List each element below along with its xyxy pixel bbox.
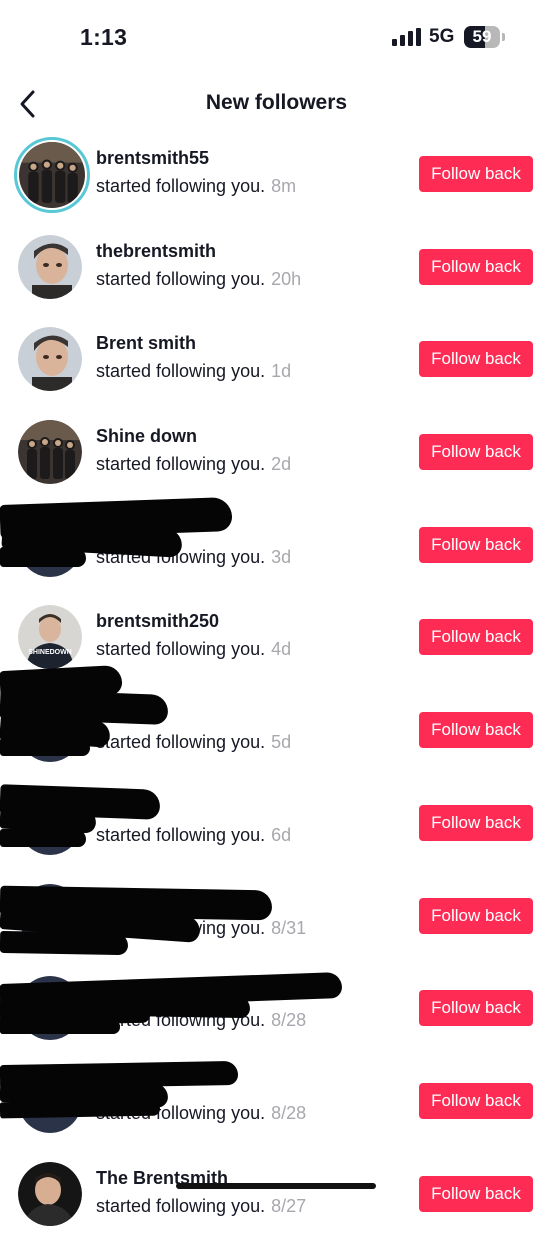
follower-row[interactable]: Shine down started following you. 2d Follow… (0, 406, 553, 499)
follow-back-button[interactable]: Follow back (419, 619, 533, 656)
activity-line: started following you. 8/28 (96, 1103, 306, 1124)
activity-timestamp: 5d (271, 732, 292, 753)
follow-back-button[interactable]: Follow back (419, 1082, 533, 1119)
follow-back-button[interactable]: Follow back (419, 1175, 533, 1212)
home-indicator (176, 1183, 376, 1189)
follower-row[interactable]: brentsmith55 started following you. 8m Foll… (0, 128, 553, 221)
activity-text: started following you. (96, 176, 266, 196)
follower-row[interactable]: SHINEDOWN brentsmith250 started following … (0, 591, 553, 684)
activity-line: started following you. 1d (96, 361, 291, 382)
activity-line: started following you. 8m (96, 176, 296, 197)
username[interactable]: Shine down (96, 426, 197, 447)
follow-back-button[interactable]: Follow back (419, 804, 533, 841)
activity-line: started following you. 2d (96, 454, 291, 475)
activity-timestamp: 8/31 (271, 917, 307, 938)
network-type: 5G (429, 26, 455, 47)
activity-timestamp: 6d (271, 824, 292, 845)
avatar-caption: SHINEDOWN (28, 649, 72, 657)
activity-text: started following you. (96, 1195, 266, 1216)
username[interactable]: Brent smith (96, 333, 196, 354)
activity-timestamp: 8/28 (271, 1010, 307, 1031)
follower-row[interactable]: MATTER started following you. 8/28 Follow b… (0, 1055, 553, 1148)
battery-level: 59 (472, 27, 492, 46)
activity-line: started following you. 6d (96, 825, 291, 846)
status-time: 1:13 (80, 24, 128, 50)
activity-timestamp: 1d (271, 361, 292, 382)
activity-text: started following you. (96, 639, 266, 660)
avatar[interactable] (14, 137, 90, 213)
activity-timestamp: 8/27 (271, 1195, 307, 1216)
username[interactable]: own (96, 797, 132, 818)
activity-text: started following you. (96, 824, 266, 845)
activity-text: started following you. (96, 917, 266, 938)
avatar[interactable] (18, 698, 82, 763)
avatar[interactable] (18, 420, 82, 485)
status-bar: 1:13 5G 59 (0, 0, 553, 76)
follow-back-button[interactable]: Follow back (419, 712, 533, 749)
follower-list: brentsmith55 started following you. 8m Foll… (0, 128, 553, 1240)
follower-row[interactable]: The Brentsmith started following you. 8/27… (0, 1148, 553, 1240)
avatar[interactable] (18, 512, 82, 577)
follow-back-button[interactable]: Follow back (419, 156, 533, 192)
activity-timestamp: 4d (271, 639, 292, 660)
follower-row[interactable]: thebrentsmith started following you. 20h Fo… (0, 221, 553, 314)
activity-line: started following you. 8/27 (96, 1196, 306, 1217)
avatar-caption: MATTER (29, 1106, 71, 1118)
follow-back-button[interactable]: Follow back (419, 248, 533, 285)
activity-timestamp: 8m (271, 176, 297, 196)
avatar[interactable] (18, 976, 82, 1041)
signal-strength-icon (392, 28, 421, 46)
follower-row[interactable]: started following you. 5d Follow back (0, 684, 553, 777)
avatar[interactable] (18, 234, 82, 299)
activity-line: started following you. 8/28 (96, 1010, 306, 1031)
activity-timestamp: 2d (271, 454, 292, 475)
follow-back-button[interactable]: Follow back (419, 434, 533, 471)
activity-line: started following you. 20h (96, 269, 301, 290)
follower-row[interactable]: own started following you. 6d Follow back (0, 777, 553, 870)
page-title: New followers (205, 91, 348, 114)
avatar[interactable]: MATTER (18, 1068, 82, 1133)
activity-text: started following you. (96, 546, 266, 567)
follow-back-button[interactable]: Follow back (419, 897, 533, 934)
activity-line: started following you. 8/31 (96, 918, 306, 939)
activity-text: started following you. (96, 454, 266, 475)
username[interactable]: brentsmith250 (96, 611, 219, 632)
username[interactable]: thebrentsmith (96, 241, 216, 262)
activity-text: started following you. (96, 268, 266, 289)
activity-timestamp: 20h (271, 268, 302, 289)
nav-header: New followers (0, 76, 553, 132)
avatar[interactable] (18, 790, 82, 855)
follow-back-button[interactable]: Follow back (419, 341, 533, 378)
avatar[interactable] (18, 883, 82, 948)
activity-timestamp: 3d (271, 546, 292, 567)
activity-text: started following you. (96, 732, 266, 753)
activity-line: started following you. 5d (96, 732, 291, 753)
follow-back-button[interactable]: Follow back (419, 990, 533, 1027)
avatar[interactable] (18, 327, 82, 392)
activity-text: started following you. (96, 361, 266, 382)
activity-timestamp: 8/28 (271, 1102, 307, 1123)
activity-line: started following you. 4d (96, 639, 291, 660)
follower-row[interactable]: started following you. 3d Follow back (0, 499, 553, 592)
battery-icon: 59 (464, 26, 506, 48)
follow-back-button[interactable]: Follow back (419, 526, 533, 563)
avatar[interactable]: SHINEDOWN (18, 605, 82, 670)
follower-row[interactable]: started following you. 8/28 Follow back (0, 962, 553, 1055)
follower-row[interactable]: Brent smith started following you. 1d Follo… (0, 313, 553, 406)
follower-row[interactable]: started following you. 8/31 Follow back (0, 870, 553, 963)
username[interactable]: brentsmith55 (96, 148, 209, 169)
activity-line: started following you. 3d (96, 547, 291, 568)
activity-text: started following you. (96, 1102, 266, 1123)
avatar[interactable] (18, 1161, 82, 1226)
activity-text: started following you. (96, 1010, 266, 1031)
